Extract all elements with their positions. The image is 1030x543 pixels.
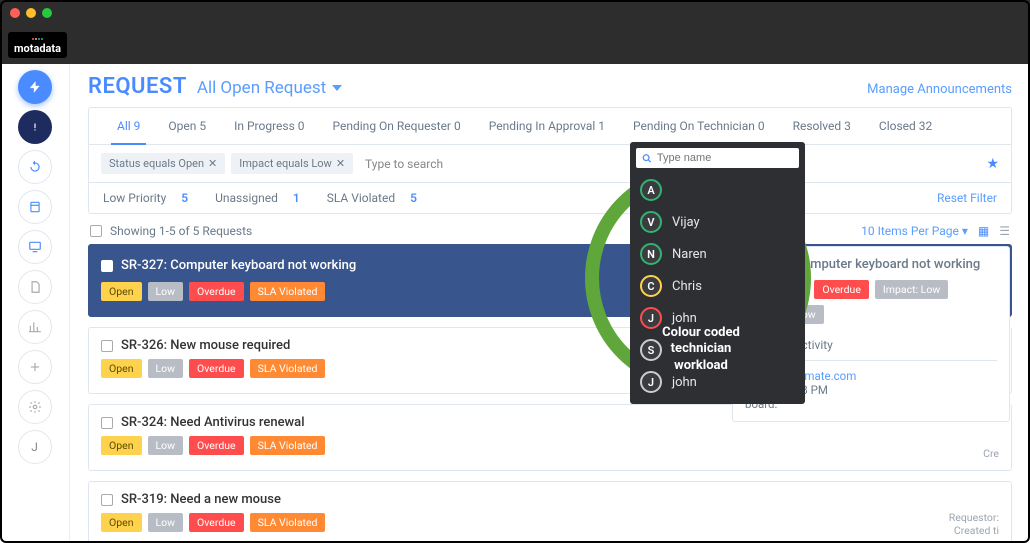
- brand-logo: motadata: [8, 32, 67, 58]
- nav-refresh-icon[interactable]: [18, 150, 52, 184]
- status-badge: Low: [148, 359, 184, 378]
- list-view-icon[interactable]: ☰: [999, 224, 1010, 238]
- grid-view-icon[interactable]: ▦: [978, 224, 989, 238]
- tab-preq[interactable]: Pending On Requester 0: [319, 108, 475, 144]
- assign-search-input[interactable]: [657, 152, 793, 164]
- brand-text: motadata: [14, 42, 61, 55]
- qf-sla[interactable]: SLA Violated: [327, 191, 395, 205]
- window-titlebar: [0, 0, 1030, 26]
- nav-monitor-icon[interactable]: [18, 230, 52, 264]
- tab-pot[interactable]: Pending On Technician 0: [619, 108, 779, 144]
- card-checkbox[interactable]: [101, 417, 113, 429]
- view-selector[interactable]: All Open Request: [197, 78, 342, 98]
- status-badge: SLA Violated: [250, 282, 326, 301]
- card-title-text: SR-324: Need Antivirus renewal: [121, 415, 305, 430]
- chip-remove-icon[interactable]: ✕: [336, 157, 345, 170]
- filter-chip[interactable]: Status equals Open ✕: [101, 153, 225, 174]
- assign-option-name: Naren: [672, 247, 707, 262]
- showing-text: Showing 1-5 of 5 Requests: [110, 224, 252, 238]
- status-badge: SLA Violated: [250, 359, 326, 378]
- status-badge: Low: [148, 282, 184, 301]
- perpage-selector[interactable]: 10 Items Per Page ▾: [861, 224, 968, 238]
- card-checkbox[interactable]: [101, 340, 113, 352]
- nav-alert-icon[interactable]: [18, 110, 52, 144]
- status-badge: Low: [148, 436, 184, 455]
- page-title: REQUEST: [88, 74, 187, 99]
- status-badge: Overdue: [189, 282, 244, 301]
- nav-plus-icon[interactable]: [18, 350, 52, 384]
- status-tabs: All 9Open 5In Progress 0Pending On Reque…: [89, 108, 1011, 145]
- select-all-checkbox[interactable]: [90, 225, 102, 237]
- status-badge: Open: [101, 513, 142, 532]
- tab-res[interactable]: Resolved 3: [779, 108, 865, 144]
- nav-bolt-icon[interactable]: [18, 70, 52, 104]
- card-title-text: SR-319: Need a new mouse: [121, 492, 281, 507]
- search-icon: [642, 153, 652, 164]
- status-badge: Overdue: [189, 513, 244, 532]
- filter-chip[interactable]: Impact equals Low ✕: [231, 153, 353, 174]
- card-checkbox[interactable]: [101, 260, 113, 272]
- filter-panel: All 9Open 5In Progress 0Pending On Reque…: [88, 107, 1012, 214]
- status-badge: Open: [101, 359, 142, 378]
- nav-user-avatar[interactable]: J: [18, 430, 52, 464]
- card-meta: Requestor:Created ti: [949, 511, 999, 537]
- assign-option[interactable]: CChris: [636, 270, 799, 302]
- assign-dropdown: AVVijayNNarenCChrisJjohnSJjohn: [630, 142, 805, 404]
- request-card[interactable]: SR-319: Need a new mouse Open Low Overdue SL…: [88, 481, 1012, 543]
- window-max-dot[interactable]: [42, 8, 52, 18]
- tab-prog[interactable]: In Progress 0: [220, 108, 318, 144]
- tab-all[interactable]: All 9: [103, 108, 154, 144]
- assign-option[interactable]: VVijay: [636, 206, 799, 238]
- status-badge: SLA Violated: [250, 513, 326, 532]
- manage-announcements-link[interactable]: Manage Announcements: [867, 82, 1012, 97]
- window-close-dot[interactable]: [10, 8, 20, 18]
- assign-option[interactable]: Jjohn: [636, 302, 799, 334]
- status-badge: Open: [101, 436, 142, 455]
- view-label: All Open Request: [197, 78, 326, 98]
- qf-low[interactable]: Low Priority: [103, 191, 166, 205]
- sidebar: J: [0, 64, 70, 543]
- tab-open[interactable]: Open 5: [154, 108, 220, 144]
- assign-option-name: john: [672, 375, 697, 390]
- card-meta: Cre: [983, 434, 999, 460]
- card-title-text: SR-326: New mouse required: [121, 338, 290, 353]
- window-min-dot[interactable]: [26, 8, 36, 18]
- chip-remove-icon[interactable]: ✕: [208, 157, 217, 170]
- status-badge: Overdue: [189, 359, 244, 378]
- assign-option[interactable]: NNaren: [636, 238, 799, 270]
- qf-unassigned[interactable]: Unassigned: [215, 191, 278, 205]
- nav-doc-icon[interactable]: [18, 270, 52, 304]
- tab-pia[interactable]: Pending In Approval 1: [475, 108, 619, 144]
- nav-book-icon[interactable]: [18, 190, 52, 224]
- reset-filter-link[interactable]: Reset Filter: [937, 191, 997, 205]
- assign-option[interactable]: Jjohn: [636, 366, 799, 398]
- assign-option-name: Chris: [672, 279, 702, 294]
- assign-option[interactable]: S: [636, 334, 799, 366]
- status-badge: SLA Violated: [250, 436, 326, 455]
- detail-badge: Impact: Low: [875, 280, 948, 299]
- status-badge: Overdue: [189, 436, 244, 455]
- assign-option-name: Vijay: [672, 215, 700, 230]
- tab-cls[interactable]: Closed 32: [865, 108, 946, 144]
- assign-option-name: john: [672, 311, 697, 326]
- card-checkbox[interactable]: [101, 494, 113, 506]
- nav-chart-icon[interactable]: [18, 310, 52, 344]
- caret-down-icon: [332, 85, 342, 91]
- nav-gear-icon[interactable]: [18, 390, 52, 424]
- assign-search[interactable]: [636, 148, 799, 168]
- status-badge: Low: [148, 513, 184, 532]
- detail-badge: Overdue: [814, 280, 869, 299]
- status-badge: Open: [101, 282, 142, 301]
- assign-option[interactable]: A: [636, 174, 799, 206]
- card-title-text: SR-327: Computer keyboard not working: [121, 258, 356, 273]
- top-strip: motadata: [0, 26, 1030, 64]
- star-icon[interactable]: ★: [986, 156, 999, 172]
